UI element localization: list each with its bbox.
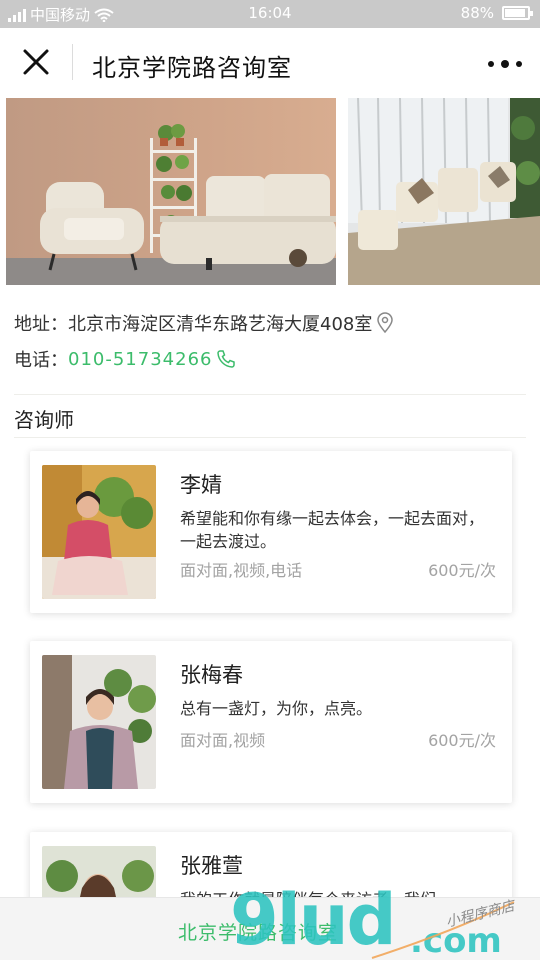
page-title: 北京学院路咨询室 — [92, 54, 292, 82]
address-label: 地址： — [14, 314, 68, 335]
avatar — [42, 655, 156, 789]
divider — [14, 394, 526, 395]
counselor-card[interactable]: 李婧 希望能和你有缘一起去体会，一起去面对，一起去渡过。 面对面,视频,电话 6… — [30, 451, 512, 613]
nav-divider — [72, 44, 73, 80]
divider — [14, 437, 526, 438]
consult-modes: 面对面,视频,电话 — [180, 561, 303, 580]
phone-number-link[interactable]: 010-51734266 — [68, 349, 212, 370]
clock: 16:04 — [248, 4, 292, 22]
status-right: 88% — [460, 4, 533, 22]
living-room-image — [6, 98, 336, 285]
more-icon — [488, 61, 494, 67]
price-label: 600元/次 — [428, 561, 496, 580]
close-button[interactable] — [16, 45, 56, 81]
address-row: 地址： 北京市海淀区清华东路艺海大厦408室 — [14, 310, 395, 336]
phone-label: 电话： — [14, 350, 68, 371]
counselor-motto: 希望能和你有缘一起去体会，一起去面对，一起去渡过。 — [180, 509, 485, 551]
battery-icon — [502, 6, 533, 20]
address-text: 北京市海淀区清华东路艺海大厦408室 — [68, 314, 373, 335]
status-bar: 中国移动 16:04 88% — [0, 0, 540, 28]
room-photo-2[interactable] — [348, 98, 540, 285]
close-icon — [23, 49, 49, 75]
counselor-motto: 总有一盏灯，为你，点亮。 — [180, 699, 373, 718]
battery-percent: 88% — [460, 4, 494, 22]
store-name-link[interactable]: 北京学院路咨询室 — [178, 918, 338, 945]
counselor-card[interactable]: 张梅春 总有一盏灯，为你，点亮。 面对面,视频 600元/次 — [30, 641, 512, 803]
lounge-room-image — [348, 98, 540, 285]
consult-modes: 面对面,视频 — [180, 731, 266, 750]
section-title: 咨询师 — [14, 408, 74, 432]
phone-row: 电话： 010-51734266 — [14, 346, 237, 372]
phone-icon[interactable] — [215, 348, 237, 370]
counselor-name: 李婧 — [180, 473, 222, 497]
counselor-name: 张梅春 — [180, 663, 243, 687]
counselor-name: 张雅萱 — [180, 854, 243, 878]
price-label: 600元/次 — [428, 731, 496, 750]
more-button[interactable] — [488, 52, 522, 76]
room-photo-1[interactable] — [6, 98, 336, 285]
location-pin-icon[interactable] — [375, 312, 395, 334]
nav-bar: 北京学院路咨询室 — [0, 28, 540, 98]
avatar — [42, 465, 156, 599]
